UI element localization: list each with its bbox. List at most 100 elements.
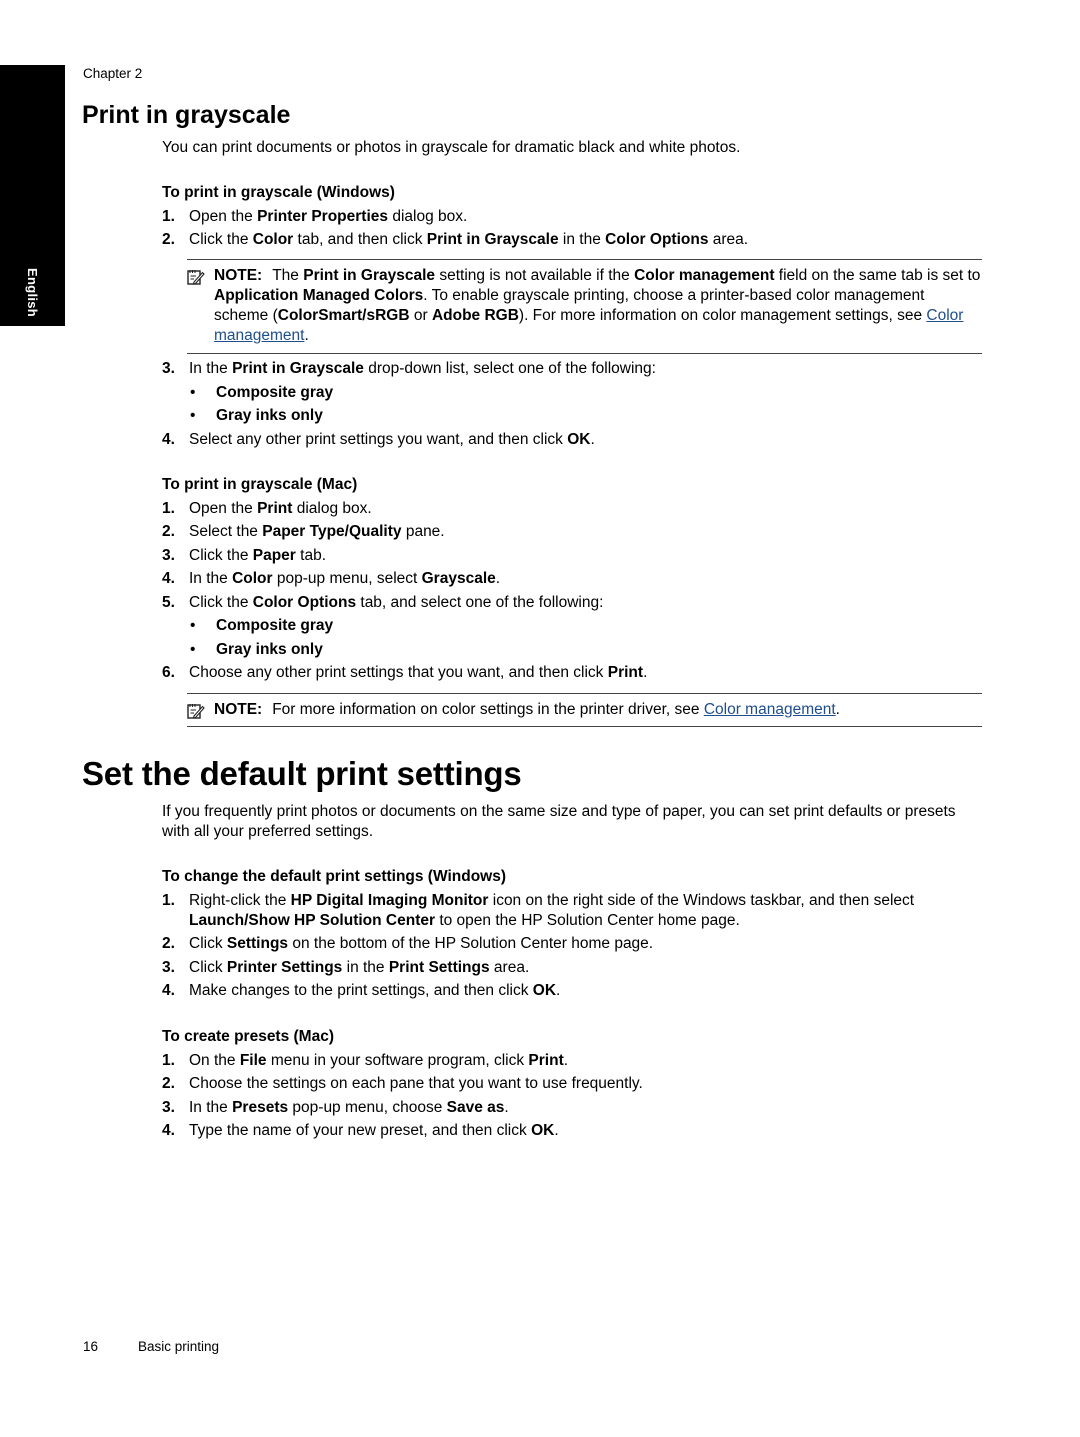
step-number: 3.: [162, 546, 175, 564]
text-run: .: [504, 1098, 509, 1116]
grayscale-windows-steps: 1. Open the Printer Properties dialog box…: [162, 207, 982, 251]
grayscale-mac-block: To print in grayscale (Mac) 1. Open the P…: [162, 475, 982, 687]
step-number: 4.: [162, 982, 175, 999]
step-number: 6.: [162, 664, 175, 681]
step-text: In the Print in Grayscale drop-down list…: [189, 360, 656, 377]
bold-term: Application Managed Colors: [214, 287, 424, 304]
text-run: Click the: [189, 593, 253, 611]
section-title-set-default-print-settings: Set the default print settings: [82, 755, 522, 792]
note-content: NOTE: The Print in Grayscale setting is n…: [187, 266, 982, 346]
text-run: tab.: [295, 546, 327, 564]
bold-term: Settings: [226, 935, 289, 952]
text-run: .: [643, 664, 648, 681]
grayscale-windows-block-2: 3. In the Print in Grayscale drop-down li…: [162, 359, 982, 453]
note-content: NOTE: For more information on color setti…: [187, 700, 982, 720]
step-number: 2.: [162, 231, 175, 248]
note-pencil-icon: [187, 704, 205, 719]
step-number: 1.: [162, 1051, 175, 1069]
text-run: The: [272, 267, 304, 284]
bold-term: Color: [252, 231, 294, 248]
presets-mac-heading: To create presets (Mac): [162, 1028, 334, 1045]
step-text: Click Settings on the bottom of the HP S…: [189, 935, 653, 952]
step-item: 5. Click the Color Options tab, and selec…: [162, 593, 982, 613]
text-run: setting is not available if the: [435, 267, 635, 284]
step-number: 3.: [162, 360, 175, 377]
text-run: .: [835, 701, 840, 718]
grayscale-windows-note: NOTE: The Print in Grayscale setting is n…: [187, 259, 982, 354]
text-run: tab, and then click: [293, 231, 427, 248]
bold-term: Color Options: [605, 231, 709, 248]
grayscale-mac-steps: 1. Open the Print dialog box. 2. Select the…: [162, 499, 982, 613]
text-run: .: [304, 327, 309, 344]
bold-term: Color management: [634, 267, 775, 284]
grayscale-windows-options: • Composite gray • Gray inks only: [162, 383, 982, 427]
text-run: Make changes to the print settings, and …: [189, 982, 533, 999]
step-number: 1.: [162, 891, 175, 909]
grayscale-windows-step-3: 3. In the Print in Grayscale drop-down li…: [162, 359, 982, 379]
bold-term: Print Settings: [388, 958, 490, 976]
default-windows-steps: 1. Right-click the HP Digital Imaging Mon…: [162, 891, 982, 1002]
text-run: pane.: [401, 523, 445, 540]
text-run: In the: [189, 1098, 233, 1116]
language-tab-label: English: [25, 268, 40, 318]
bold-term: Grayscale: [421, 570, 496, 587]
note-label: NOTE:: [214, 267, 263, 284]
step-number: 4.: [162, 1122, 175, 1139]
text-run: .: [554, 1122, 559, 1139]
step-number: 4.: [162, 430, 175, 448]
bold-term: Print: [528, 1051, 564, 1069]
bold-term: ColorSmart/sRGB: [277, 307, 410, 324]
text-run: dialog box.: [388, 207, 468, 225]
bullet-dot-icon: •: [190, 640, 196, 658]
color-management-link[interactable]: Color management: [704, 701, 836, 718]
text-run: .: [563, 1051, 569, 1069]
step-item: 4. Select any other print settings you wa…: [162, 430, 982, 450]
text-run: in the: [342, 958, 389, 976]
step-item: 2. Click Settings on the bottom of the HP…: [162, 934, 982, 954]
grayscale-mac-heading: To print in grayscale (Mac): [162, 476, 358, 493]
text-run: Choose any other print settings that you…: [189, 664, 608, 681]
note-text: The Print in Grayscale setting is not av…: [214, 267, 980, 344]
step-number: 2.: [162, 935, 175, 952]
step-number: 2.: [162, 523, 175, 540]
note-text: For more information on color settings i…: [272, 701, 840, 718]
text-run: area.: [708, 231, 749, 248]
step-text: Choose the settings on each pane that yo…: [189, 1075, 643, 1092]
bullet-dot-icon: •: [190, 383, 196, 401]
text-run: drop-down list, select one of the follow…: [363, 360, 656, 377]
step-item: 1. On the File menu in your software prog…: [162, 1051, 982, 1071]
option-bullet-item: • Composite gray: [162, 616, 982, 636]
step-text: Right-click the HP Digital Imaging Monit…: [189, 892, 914, 929]
grayscale-intro-block: You can print documents or photos in gra…: [162, 138, 982, 158]
step-number: 1.: [162, 207, 175, 225]
step-item: 4. In the Color pop-up menu, select Grays…: [162, 569, 982, 589]
default-intro: If you frequently print photos or docume…: [162, 803, 956, 840]
step-item: 2. Choose the settings on each pane that …: [162, 1074, 982, 1094]
grayscale-windows-step-4: 4. Select any other print settings you wa…: [162, 430, 982, 450]
bold-term: Printer Settings: [226, 958, 343, 976]
step-item: 2. Click the Color tab, and then click Pr…: [162, 230, 982, 250]
step-item: 4. Type the name of your new preset, and …: [162, 1121, 982, 1141]
text-run: On the: [189, 1051, 240, 1069]
bullet-dot-icon: •: [190, 407, 196, 424]
text-run: For more information on color settings i…: [272, 701, 704, 718]
text-run: Select the: [189, 523, 263, 540]
bold-term: OK: [532, 982, 557, 999]
bold-term: Print: [607, 664, 644, 681]
text-run: Open the: [189, 207, 258, 225]
text-run: Type the name of your new preset, and th…: [189, 1122, 532, 1139]
grayscale-windows-block: To print in grayscale (Windows) 1. Open t…: [162, 183, 982, 254]
bold-term: Printer Properties: [257, 207, 389, 225]
grayscale-mac-note: NOTE: For more information on color setti…: [187, 693, 982, 727]
text-run: pop-up menu, select: [272, 570, 422, 587]
option-bullet-item: • Gray inks only: [162, 406, 982, 426]
default-windows-block: To change the default print settings (Wi…: [162, 867, 982, 1005]
text-run: In the: [189, 570, 233, 587]
bold-term: HP Digital Imaging Monitor: [290, 891, 489, 909]
section-title-print-in-grayscale: Print in grayscale: [82, 101, 291, 129]
page-number: 16: [83, 1339, 99, 1354]
text-run: In the: [189, 360, 233, 377]
bold-term: Adobe RGB: [431, 307, 519, 324]
option-bullet-item: • Composite gray: [162, 383, 982, 403]
step-text: Select any other print settings you want…: [189, 431, 595, 448]
